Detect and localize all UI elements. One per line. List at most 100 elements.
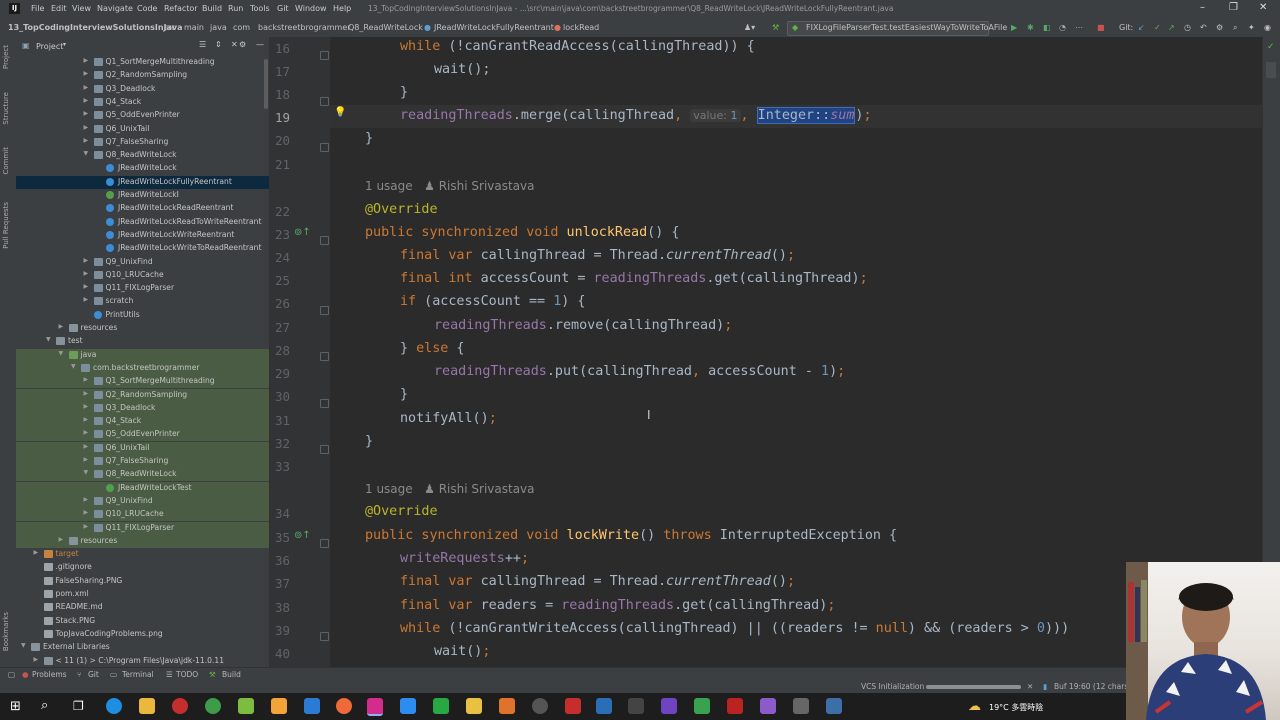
chevron-right-icon[interactable]: ▶ xyxy=(59,323,64,330)
tree-item[interactable]: JReadWriteLockWriteReentrant xyxy=(16,229,269,242)
chevron-down-icon[interactable]: ▼ xyxy=(84,150,89,157)
menu-run[interactable]: Run xyxy=(228,4,243,13)
menu-refactor[interactable]: Refactor xyxy=(164,4,198,13)
app-green2-icon[interactable] xyxy=(694,698,710,714)
chevron-right-icon[interactable]: ▶ xyxy=(34,549,39,556)
stop-icon[interactable]: ■ xyxy=(1097,23,1105,32)
fold-marker-icon[interactable] xyxy=(320,399,329,408)
chevron-down-icon[interactable]: ▼ xyxy=(46,336,51,343)
tree-item[interactable]: ▶ Q10_LRUCache xyxy=(16,269,269,282)
tree-item[interactable]: ▶ Q5_OddEvenPrinter xyxy=(16,428,269,442)
settings-icon[interactable]: ⚙ xyxy=(1216,23,1223,32)
tree-item[interactable]: ▶ < 11 (1) > C:\Program Files\Java\jdk-11… xyxy=(16,655,269,668)
chrome-icon[interactable] xyxy=(205,698,221,714)
tree-item[interactable]: ▶ Q3_Deadlock xyxy=(16,401,269,415)
tree-item[interactable]: ▶ Q9_UnixFind xyxy=(16,494,269,508)
git-commit-icon[interactable]: ✓ xyxy=(1154,23,1161,32)
tree-item[interactable]: ▶ Q4_Stack xyxy=(16,415,269,429)
breadcrumb-package[interactable]: backstreetbrogrammer xyxy=(258,23,351,32)
minimize-icon[interactable]: – xyxy=(1200,2,1205,13)
tree-item[interactable]: ▶ Q11_FIXLogParser xyxy=(16,282,269,295)
coverage-icon[interactable]: ◧ xyxy=(1043,23,1051,32)
edge-icon[interactable] xyxy=(106,698,122,714)
chevron-down-icon[interactable]: ▼ xyxy=(21,642,26,649)
tree-item[interactable]: ▶ Q2_RandomSampling xyxy=(16,69,269,82)
fold-marker-icon[interactable] xyxy=(320,306,329,315)
menu-build[interactable]: Build xyxy=(202,4,222,13)
menu-code[interactable]: Code xyxy=(137,4,157,13)
breadcrumb-com[interactable]: com xyxy=(233,23,250,32)
tree-item[interactable]: JReadWriteLockWriteToReadReentrant xyxy=(16,242,269,255)
breadcrumb-class[interactable]: JReadWriteLockFullyReentrant xyxy=(434,23,554,32)
chevron-right-icon[interactable]: ▶ xyxy=(84,124,89,131)
weather-text[interactable]: 19°C 多雲時陰 xyxy=(989,702,1043,713)
breadcrumb-method[interactable]: lockRead xyxy=(563,23,599,32)
tree-item[interactable]: ▶ Q7_FalseSharing xyxy=(16,455,269,468)
override-icon[interactable]: ⊚↑ xyxy=(294,530,311,541)
taskbar-search-icon[interactable]: ⌕ xyxy=(41,698,48,713)
tree-item[interactable]: ▶ Q9_UnixFind xyxy=(16,256,269,269)
intellij-taskbar-icon[interactable] xyxy=(367,698,383,716)
explorer-icon[interactable] xyxy=(139,698,155,714)
tool-terminal[interactable]: Terminal xyxy=(122,670,154,679)
tree-item[interactable]: JReadWriteLockFullyReentrant xyxy=(16,175,269,189)
fold-marker-icon[interactable] xyxy=(320,143,329,152)
chevron-down-icon[interactable]: ▾ xyxy=(63,41,66,48)
tree-item[interactable]: ▶ Q2_RandomSampling xyxy=(16,388,269,402)
weather-icon[interactable]: ☁ xyxy=(968,699,981,714)
tree-item[interactable]: pom.xml xyxy=(16,588,269,601)
close-panel-icon[interactable]: ✕ xyxy=(231,40,238,49)
windows-start-icon[interactable]: ⊞ xyxy=(10,699,21,714)
cursor-position[interactable]: Buf 19:60 (12 chars xyxy=(1054,682,1128,691)
tree-item[interactable]: PrintUtils xyxy=(16,309,269,322)
chevron-right-icon[interactable]: ▶ xyxy=(84,429,89,436)
tree-item[interactable]: ▼ java xyxy=(16,348,269,362)
breadcrumb-java[interactable]: java xyxy=(210,23,227,32)
search-icon[interactable]: ⌕ xyxy=(1233,23,1237,33)
collapse-all-icon[interactable]: ☰ xyxy=(199,40,206,49)
fold-marker-icon[interactable] xyxy=(320,539,329,548)
tree-item[interactable]: ▶ Q1_SortMergeMultithreading xyxy=(16,375,269,389)
menu-file[interactable]: File xyxy=(31,4,44,13)
tool-git[interactable]: Git xyxy=(88,670,99,679)
chevron-right-icon[interactable]: ▶ xyxy=(84,97,89,104)
menu-navigate[interactable]: Navigate xyxy=(97,4,133,13)
keyboard-app-icon[interactable] xyxy=(628,698,644,714)
menu-window[interactable]: Window xyxy=(295,4,327,13)
tree-item[interactable]: ▶ Q11_FIXLogParser xyxy=(16,521,269,535)
app-purple-icon[interactable] xyxy=(760,698,776,714)
breadcrumb-main[interactable]: main xyxy=(184,23,204,32)
notepad-icon[interactable] xyxy=(238,698,254,714)
chevron-right-icon[interactable]: ▶ xyxy=(34,656,39,663)
tree-item[interactable]: ▼ External Libraries xyxy=(16,641,269,654)
tree-item[interactable]: JReadWriteLockI xyxy=(16,189,269,202)
fold-marker-icon[interactable] xyxy=(320,445,329,454)
chevron-right-icon[interactable]: ▶ xyxy=(84,456,89,463)
chevron-right-icon[interactable]: ▶ xyxy=(84,283,89,290)
zoom-icon[interactable] xyxy=(400,698,416,714)
chevron-right-icon[interactable]: ▶ xyxy=(84,137,89,144)
breadcrumb-q8[interactable]: Q8_ReadWriteLock xyxy=(348,23,423,32)
chevron-down-icon[interactable]: ▼ xyxy=(59,350,64,357)
chevron-right-icon[interactable]: ▶ xyxy=(84,70,89,77)
tree-item[interactable]: ▶ Q1_SortMergeMultithreading xyxy=(16,56,269,69)
tree-item[interactable]: ▶ target xyxy=(16,548,269,561)
tab-bookmarks[interactable]: Bookmarks xyxy=(2,612,10,651)
tree-item[interactable]: ▶ Q5_OddEvenPrinter xyxy=(16,109,269,122)
tab-commit[interactable]: Commit xyxy=(2,147,10,175)
app-dark-icon[interactable] xyxy=(793,698,809,714)
hide-panel-icon[interactable]: — xyxy=(256,40,264,49)
tree-item[interactable]: ▶ resources xyxy=(16,534,269,548)
git-push-icon[interactable]: ↗ xyxy=(1168,23,1175,32)
cancel-progress-icon[interactable]: ✕ xyxy=(1027,682,1033,691)
fold-marker-icon[interactable] xyxy=(320,352,329,361)
breadcrumb-project[interactable]: 13_TopCodingInterviewSolutionsInJava xyxy=(8,23,183,32)
chevron-right-icon[interactable]: ▶ xyxy=(84,110,89,117)
project-panel-title[interactable]: Project xyxy=(36,42,63,51)
menu-tools[interactable]: Tools xyxy=(250,4,270,13)
chevron-right-icon[interactable]: ▶ xyxy=(84,509,89,516)
tree-item[interactable]: ▶ Q3_Deadlock xyxy=(16,83,269,96)
menu-edit[interactable]: Edit xyxy=(51,4,67,13)
app-green-icon[interactable] xyxy=(433,698,449,714)
tree-item[interactable]: Stack.PNG xyxy=(16,615,269,628)
